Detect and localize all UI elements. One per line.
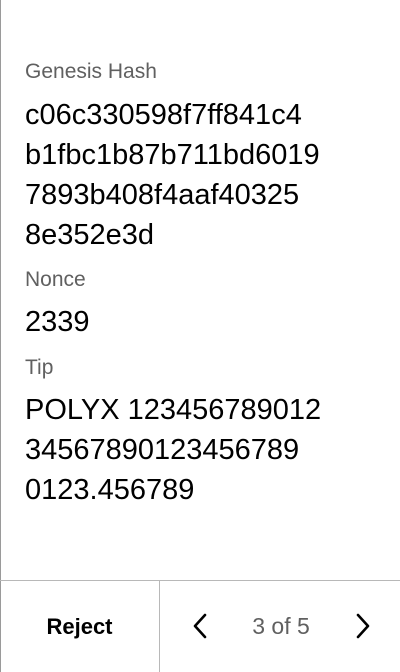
genesis-hash-line-3: 7893b408f4aaf40325 <box>25 179 300 211</box>
genesis-hash-label: Genesis Hash <box>25 60 157 83</box>
tip-line-3: 0123.456789 <box>25 474 195 506</box>
action-footer: Reject 3 of 5 <box>0 580 400 672</box>
chevron-left-icon[interactable] <box>186 611 216 641</box>
chevron-right-icon[interactable] <box>347 611 377 641</box>
nonce-label: Nonce <box>25 268 86 291</box>
tip-line-2: 34567890123456789 <box>25 434 300 466</box>
genesis-hash-line-2: b1fbc1b87b711bd6019 <box>25 139 320 171</box>
genesis-hash-line-1: c06c330598f7ff841c4 <box>25 99 302 131</box>
page-indicator: 3 of 5 <box>252 612 310 639</box>
page-navigator: 3 of 5 <box>161 581 400 672</box>
left-border <box>0 0 1 672</box>
tip-label: Tip <box>25 356 54 379</box>
nonce-value: 2339 <box>25 306 90 338</box>
genesis-hash-line-4: 8e352e3d <box>25 219 155 251</box>
tip-line-1: POLYX 123456789012 <box>25 394 322 426</box>
reject-button[interactable]: Reject <box>0 581 160 672</box>
